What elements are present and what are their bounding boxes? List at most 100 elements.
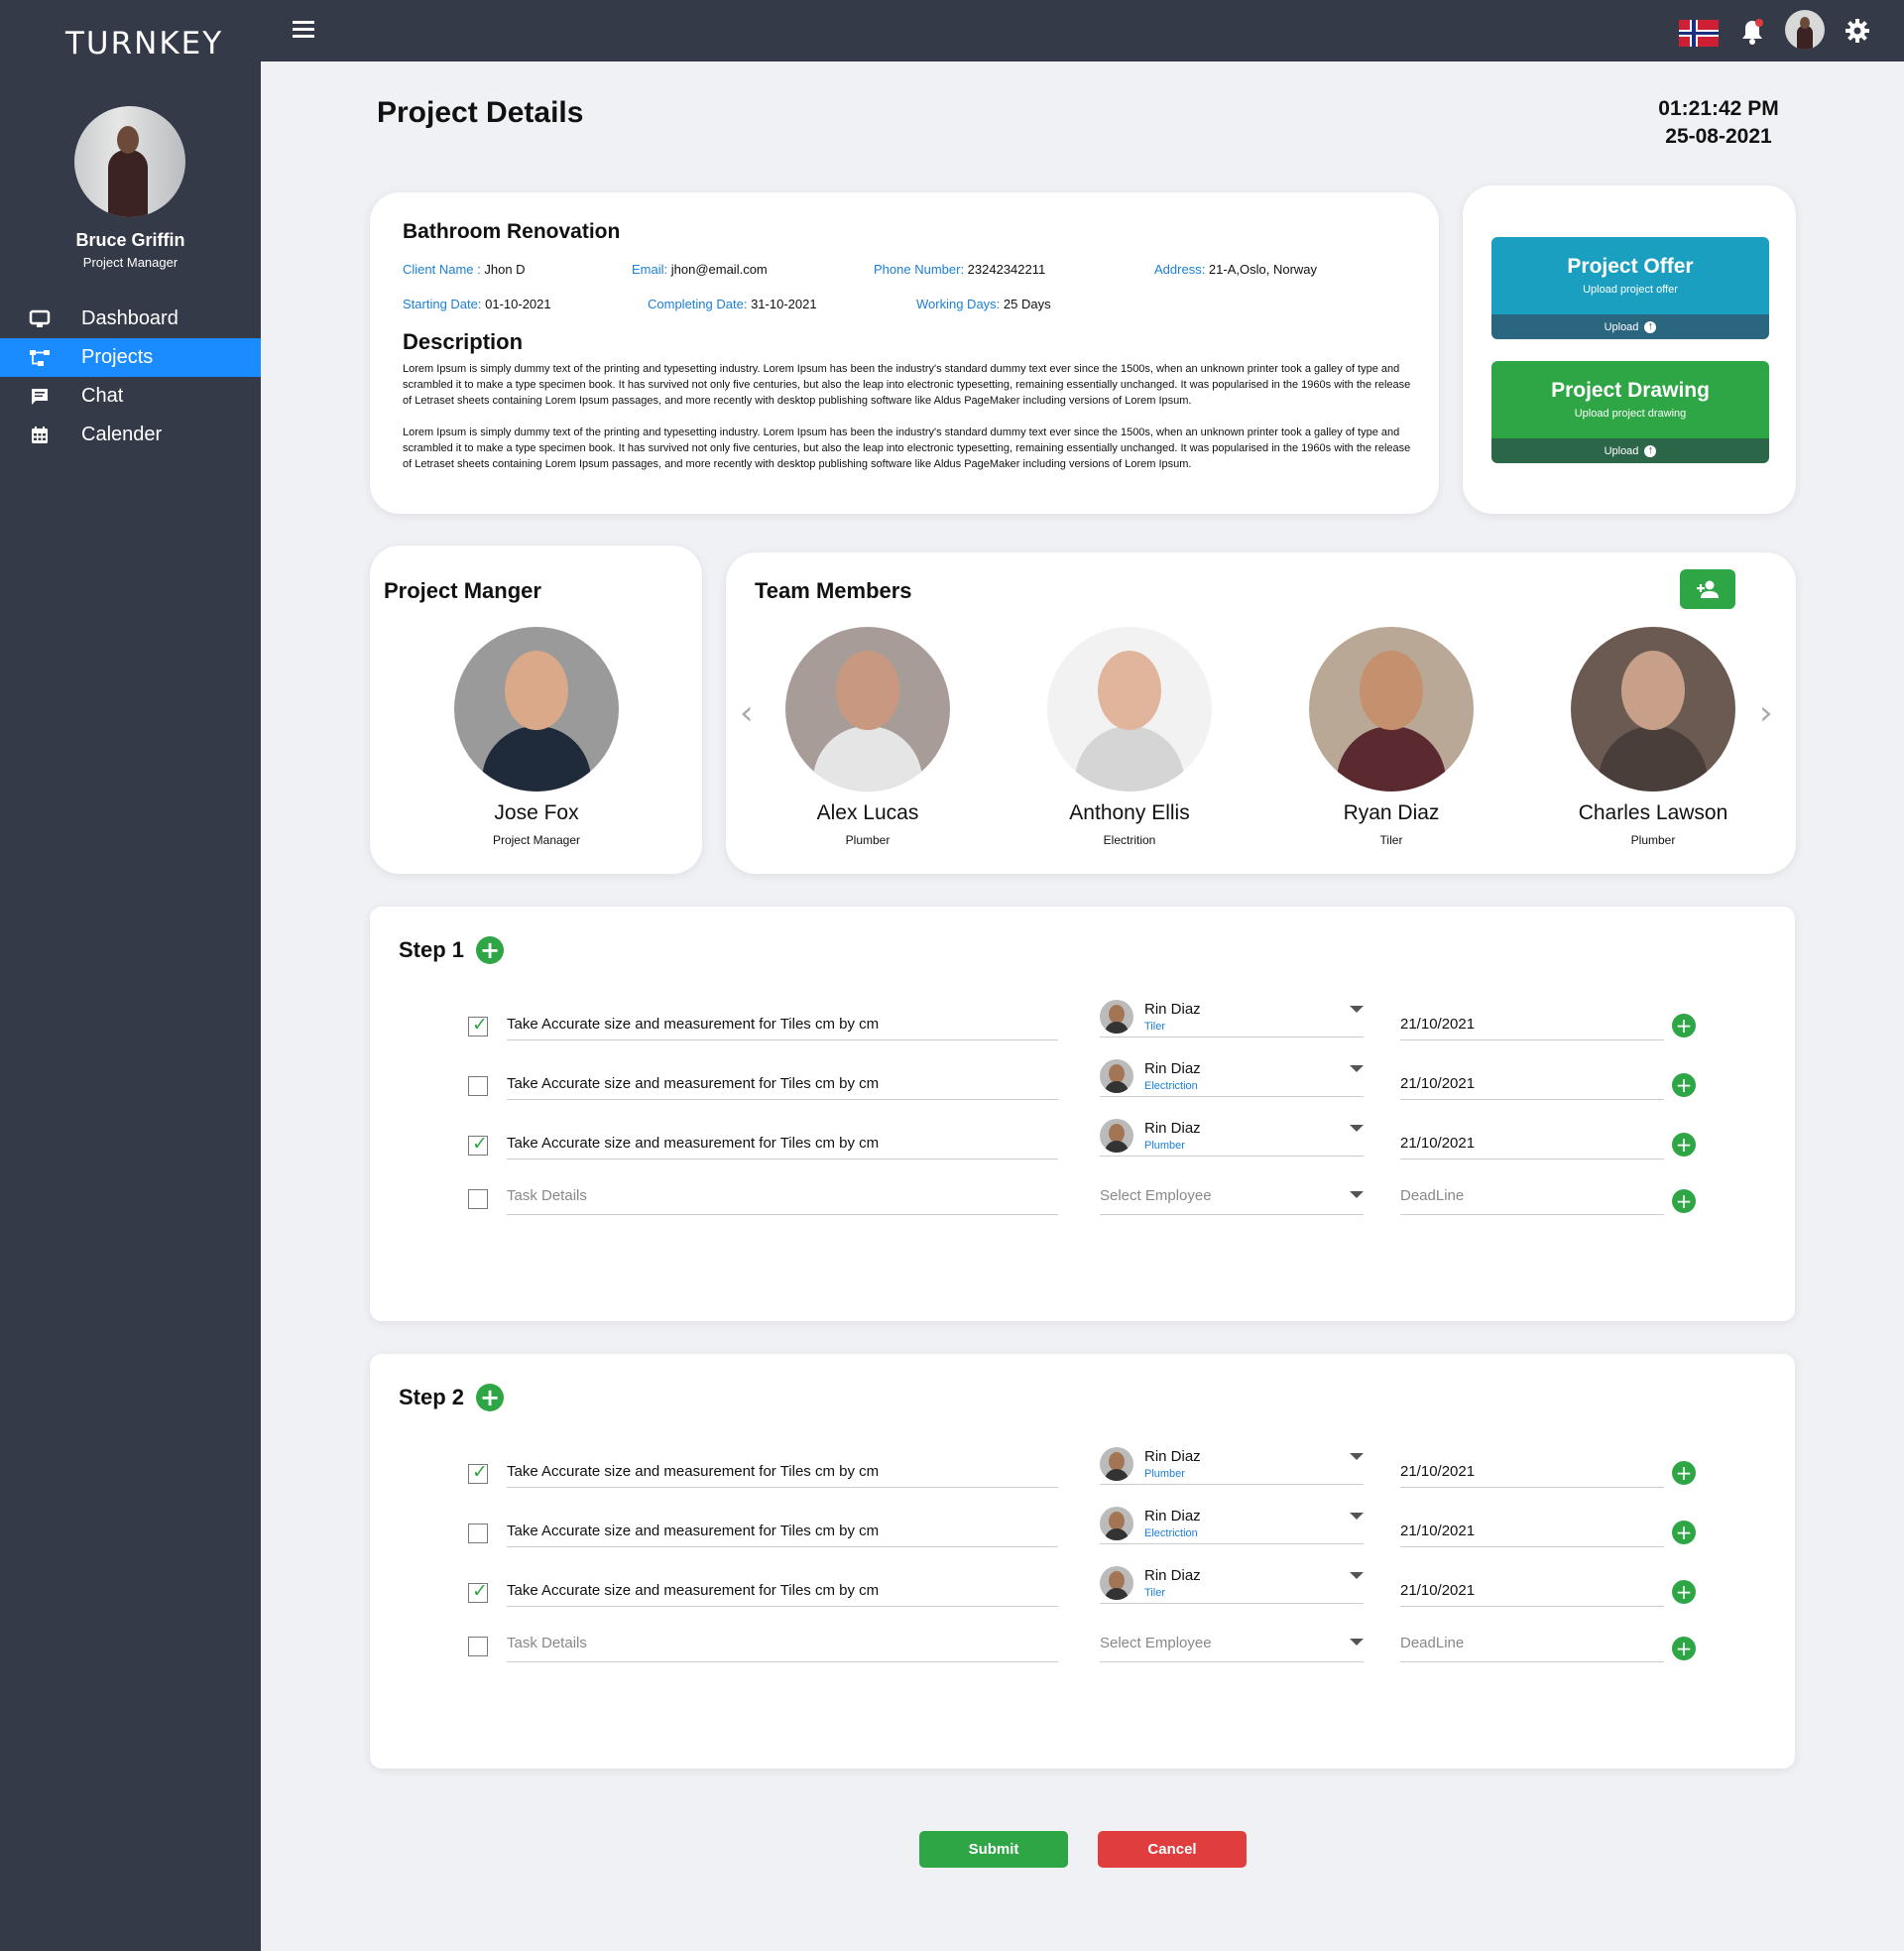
task-checkbox[interactable]: ✓ (468, 1133, 488, 1156)
employee-select[interactable]: Rin Diaz Tiler (1100, 1562, 1364, 1604)
task-details-input[interactable]: Task Details (507, 1187, 1058, 1215)
add-row-button[interactable]: + (1672, 1461, 1696, 1485)
current-time: 01:21:42 PM (1658, 97, 1779, 120)
check-icon: ✓ (472, 1580, 488, 1602)
sidebar-item-calender[interactable]: Calender (0, 416, 261, 454)
task-details-input[interactable]: Take Accurate size and measurement for T… (507, 1456, 1058, 1488)
task-row: ✓ Take Accurate size and measurement for… (370, 1447, 1795, 1506)
description-text: Lorem Ipsum is simply dummy text of the … (403, 427, 1411, 470)
project-manager-card: Project Manger Jose Fox Project Manager (370, 546, 702, 874)
task-details-input[interactable]: Take Accurate size and measurement for T… (507, 1575, 1058, 1607)
task-checkbox[interactable] (468, 1189, 488, 1209)
upload-icon: ↑ (1644, 320, 1657, 333)
add-task-button[interactable]: + (476, 1384, 505, 1411)
submit-button[interactable]: Submit (919, 1831, 1068, 1868)
team-member-card[interactable]: Ryan Diaz Tiler (1292, 627, 1490, 847)
avatar (1309, 627, 1474, 792)
project-name: Bathroom Renovation (403, 220, 621, 243)
task-details-input[interactable]: Take Accurate size and measurement for T… (507, 1068, 1058, 1100)
sidebar-item-projects[interactable]: Projects (0, 338, 261, 377)
employee-select[interactable]: Rin Diaz Plumber (1100, 1443, 1364, 1485)
task-checkbox[interactable] (468, 1637, 488, 1656)
avatar (1100, 1507, 1133, 1540)
deadline-input[interactable]: 21/10/2021 (1400, 1575, 1664, 1607)
deadline-input[interactable]: 21/10/2021 (1400, 1456, 1664, 1488)
task-checkbox[interactable] (468, 1076, 488, 1096)
employee-select[interactable]: Rin Diaz Plumber (1100, 1115, 1364, 1157)
monitor-icon (28, 308, 52, 330)
dropdown-arrow-icon (1350, 1191, 1364, 1198)
step-card: Step 1 + ✓ Take Accurate size and measur… (370, 907, 1795, 1321)
project-drawing-title: Project Drawing (1551, 379, 1710, 402)
deadline-input[interactable]: 21/10/2021 (1400, 1516, 1664, 1547)
avatar[interactable] (74, 106, 185, 217)
gear-icon[interactable] (1844, 18, 1870, 44)
member-role: Plumber (1630, 833, 1676, 847)
user-name: Bruce Griffin (75, 230, 185, 250)
task-row-new: Task Details Select Employee DeadLine + (370, 1187, 1795, 1237)
manager-name: Jose Fox (494, 801, 579, 824)
task-details-input[interactable]: Task Details (507, 1635, 1058, 1662)
add-row-button[interactable]: + (1672, 1133, 1696, 1157)
team-heading: Team Members (755, 578, 912, 603)
step-card: Step 2 + ✓ Take Accurate size and measur… (370, 1354, 1795, 1768)
task-checkbox[interactable]: ✓ (468, 1014, 488, 1036)
avatar[interactable] (1785, 10, 1825, 50)
menu-icon[interactable] (293, 21, 314, 39)
deadline-input[interactable]: DeadLine (1400, 1187, 1664, 1215)
manager-role: Project Manager (492, 833, 581, 847)
task-details-input[interactable]: Take Accurate size and measurement for T… (507, 1128, 1058, 1159)
app-logo[interactable]: TURNKEY (65, 26, 223, 61)
add-row-button[interactable]: + (1672, 1014, 1696, 1037)
working-days: Working Days: 25 Days (916, 297, 1051, 311)
employee-select[interactable]: Rin Diaz Tiler (1100, 996, 1364, 1037)
add-row-button[interactable]: + (1672, 1073, 1696, 1097)
norway-flag-icon[interactable] (1679, 20, 1719, 47)
description-text: Lorem Ipsum is simply dummy text of the … (403, 363, 1411, 407)
dropdown-arrow-icon (1350, 1065, 1364, 1072)
upload-offer-button[interactable]: Upload ↑ (1491, 314, 1769, 339)
add-task-button[interactable]: + (476, 936, 505, 964)
chevron-left-icon[interactable]: ‹ (740, 693, 754, 733)
employee-select[interactable]: Select Employee (1100, 1635, 1364, 1662)
dropdown-arrow-icon (1350, 1572, 1364, 1579)
sidebar-item-chat[interactable]: Chat (0, 377, 261, 416)
avatar (1100, 1000, 1133, 1034)
task-details-input[interactable]: Take Accurate size and measurement for T… (507, 1009, 1058, 1040)
task-row: ✓ Take Accurate size and measurement for… (370, 1566, 1795, 1625)
deadline-input[interactable]: 21/10/2021 (1400, 1068, 1664, 1100)
check-icon: ✓ (472, 1461, 488, 1483)
add-row-button[interactable]: + (1672, 1637, 1696, 1660)
add-member-button[interactable] (1680, 569, 1735, 609)
sidebar-item-label: Dashboard (81, 307, 178, 329)
team-member-card[interactable]: Anthony Ellis Electrition (1030, 627, 1229, 847)
page-title: Project Details (377, 96, 584, 129)
check-icon: ✓ (472, 1133, 488, 1155)
bell-icon[interactable] (1739, 18, 1765, 46)
manager-profile[interactable]: Jose Fox Project Manager (437, 627, 636, 847)
add-row-button[interactable]: + (1672, 1580, 1696, 1604)
deadline-input[interactable]: 21/10/2021 (1400, 1128, 1664, 1159)
chevron-right-icon[interactable]: › (1759, 693, 1773, 733)
task-details-input[interactable]: Take Accurate size and measurement for T… (507, 1516, 1058, 1547)
dropdown-arrow-icon (1350, 1639, 1364, 1646)
team-member-card[interactable]: Charles Lawson Plumber (1554, 627, 1752, 847)
add-row-button[interactable]: + (1672, 1521, 1696, 1544)
add-row-button[interactable]: + (1672, 1189, 1696, 1213)
deadline-input[interactable]: 21/10/2021 (1400, 1009, 1664, 1040)
task-checkbox[interactable]: ✓ (468, 1580, 488, 1603)
cancel-button[interactable]: Cancel (1098, 1831, 1247, 1868)
task-checkbox[interactable]: ✓ (468, 1461, 488, 1484)
upload-drawing-button[interactable]: Upload ↑ (1491, 438, 1769, 463)
task-checkbox[interactable] (468, 1524, 488, 1543)
sidebar-item-dashboard[interactable]: Dashboard (0, 300, 261, 338)
deadline-input[interactable]: DeadLine (1400, 1635, 1664, 1662)
task-row: ✓ Take Accurate size and measurement for… (370, 1000, 1795, 1058)
avatar (785, 627, 950, 792)
address: Address: 21-A,Oslo, Norway (1154, 262, 1318, 277)
avatar (1100, 1447, 1133, 1481)
employee-select[interactable]: Rin Diaz Electriction (1100, 1055, 1364, 1097)
team-member-card[interactable]: Alex Lucas Plumber (769, 627, 967, 847)
employee-select[interactable]: Rin Diaz Electriction (1100, 1503, 1364, 1544)
employee-select[interactable]: Select Employee (1100, 1187, 1364, 1215)
